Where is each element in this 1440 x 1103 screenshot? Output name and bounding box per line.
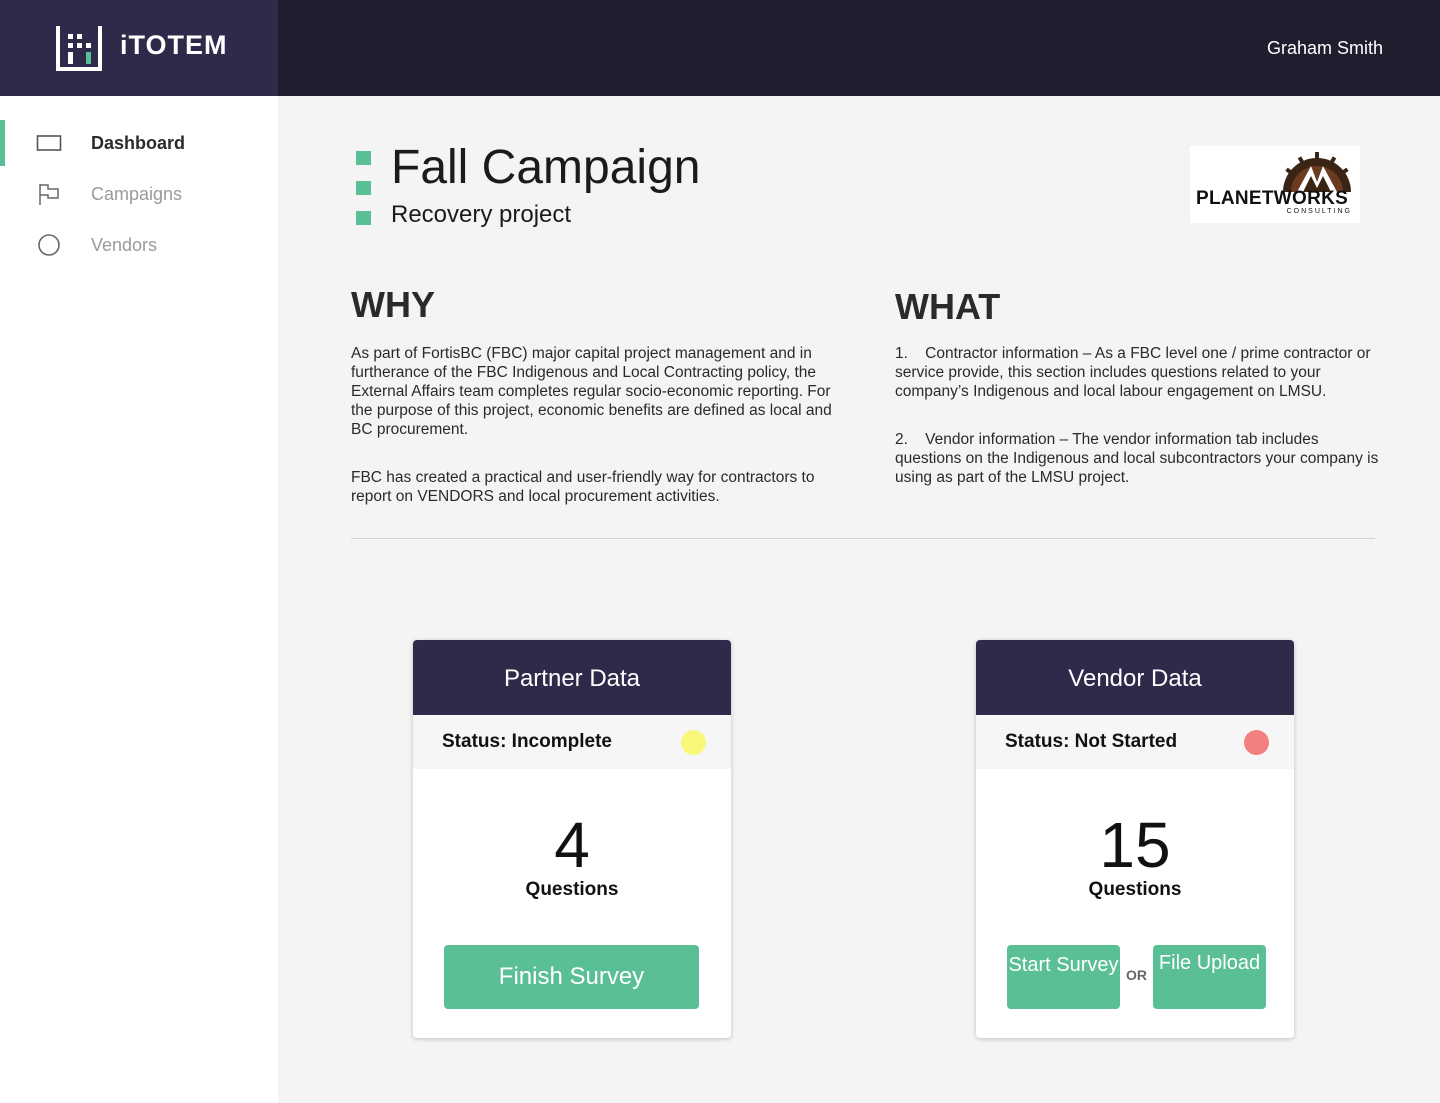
question-count-label: Questions — [525, 879, 619, 900]
file-upload-button[interactable]: File Upload — [1153, 945, 1266, 1009]
status-text: Status: Incomplete — [442, 731, 612, 752]
gear-logo-icon — [1283, 152, 1351, 192]
company-logo-sub: CONSULTING — [1286, 208, 1352, 215]
dashboard-icon — [36, 135, 62, 151]
status-indicator — [681, 730, 706, 755]
why-heading: WHY — [351, 284, 435, 325]
status-indicator — [1244, 730, 1269, 755]
page-subtitle: Recovery project — [391, 201, 572, 228]
why-paragraph: FBC has created a practical and user-fri… — [351, 469, 815, 505]
card-title: Partner Data — [413, 640, 731, 715]
what-item: 1. Contractor information – As a FBC lev… — [895, 345, 1371, 400]
sidebar-item-label: Vendors — [91, 235, 158, 255]
or-separator: OR — [1126, 967, 1147, 983]
active-indicator — [0, 120, 5, 166]
partner-data-card: Partner Data Status: Incomplete 4 Questi… — [413, 640, 731, 1038]
flag-icon — [39, 184, 59, 205]
circle-icon — [38, 234, 60, 256]
sidebar-item-vendors[interactable]: Vendors — [0, 222, 278, 268]
question-count-label: Questions — [1088, 879, 1182, 900]
what-item: 2. Vendor information – The vendor infor… — [895, 431, 1379, 486]
brand[interactable]: iTOTEM — [0, 0, 278, 96]
why-paragraph: As part of FortisBC (FBC) major capital … — [351, 345, 832, 438]
sidebar-item-label: Campaigns — [91, 184, 183, 204]
sidebar-item-campaigns[interactable]: Campaigns — [0, 171, 278, 217]
itotem-logo-icon — [56, 26, 102, 71]
company-logo-name: PLANETWORKS — [1196, 188, 1349, 209]
sidebar: Dashboard Campaigns Vendors — [0, 96, 278, 1103]
company-logo: PLANETWORKS CONSULTING — [1190, 146, 1360, 223]
question-count: 4 — [554, 809, 590, 881]
what-heading: WHAT — [895, 286, 1001, 327]
status-text: Status: Not Started — [1005, 731, 1178, 752]
sidebar-item-label: Dashboard — [91, 133, 186, 153]
vendor-data-card: Vendor Data Status: Not Started 15 Quest… — [976, 640, 1294, 1038]
card-title: Vendor Data — [976, 640, 1294, 715]
title-bullets — [356, 151, 371, 227]
finish-survey-button[interactable]: Finish Survey — [444, 945, 699, 1009]
card-status: Status: Incomplete — [413, 715, 731, 769]
brand-name: iTOTEM — [120, 30, 228, 60]
user-name[interactable]: Graham Smith — [1267, 38, 1383, 59]
question-count: 15 — [1099, 809, 1171, 881]
sidebar-item-dashboard[interactable]: Dashboard — [0, 120, 278, 166]
divider — [351, 538, 1375, 539]
top-bar: iTOTEM Graham Smith — [0, 0, 1440, 96]
page-title: Fall Campaign — [391, 141, 701, 194]
card-status: Status: Not Started — [976, 715, 1294, 769]
start-survey-button[interactable]: Start Survey — [1007, 945, 1120, 1009]
